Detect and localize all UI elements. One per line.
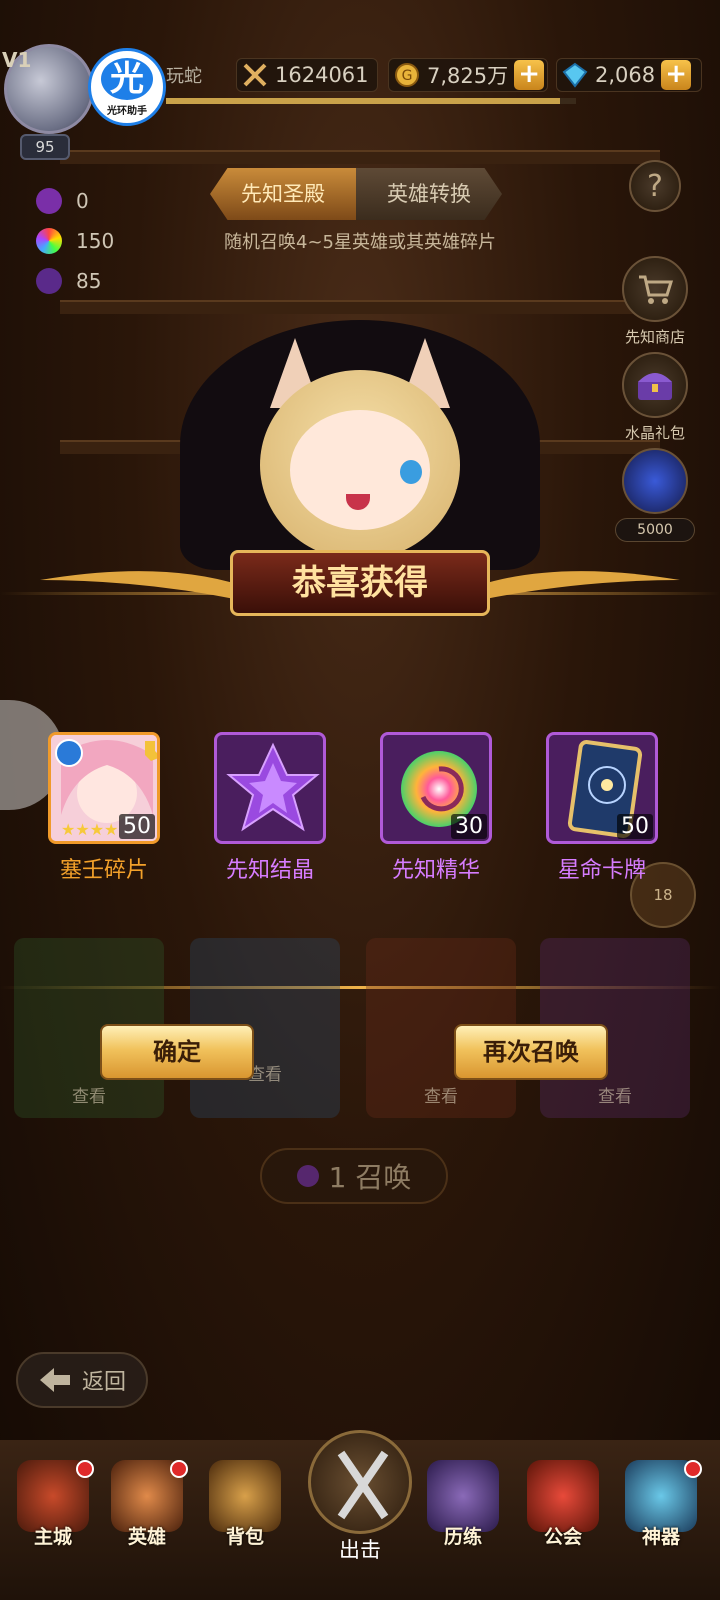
summon-description: 随机召唤4~5星英雄或其英雄碎片 [224,232,496,253]
add-gold-button[interactable]: + [514,60,545,90]
gold-display: G 7,825万 + [388,58,548,92]
prophet-shop-button[interactable]: 先知商店 [610,256,700,347]
tab-prophet-temple[interactable]: 先知圣殿 [210,168,356,220]
reward-icon-prophet-essence: 30 [380,732,492,844]
gold-value: 7,825万 [427,64,509,88]
treasure-chest-icon [622,352,688,418]
svg-text:G: G [402,68,413,84]
reward-icon-siren-fragment: ★★★★ 50 [48,732,160,844]
xp-bar-fill [166,98,560,104]
temple-tabs: 先知圣殿 英雄转换 [210,168,502,220]
crystal-icon [296,1165,319,1187]
diamond-display: 2,068 + [556,58,702,92]
reward-item[interactable]: 50 星命卡牌 [544,732,660,884]
power-display: 1624061 [236,58,378,92]
resource-value: 0 [76,189,89,213]
summon-count-label: 1 召唤 [328,1161,412,1194]
crystal-orb-button[interactable]: 5000 [610,448,700,542]
nav-label: 神器 [641,1526,680,1548]
tab-hero-convert[interactable]: 英雄转换 [356,168,502,220]
help-button[interactable]: ? [610,160,700,216]
view-label: 查看 [424,1087,458,1107]
back-label: 返回 [81,1370,126,1395]
player-name: 玩蛇 [166,66,202,87]
hero-eye [400,460,422,484]
back-button[interactable]: 返回 [16,1352,148,1408]
back-arrow-icon [39,1368,70,1392]
resource-value: 85 [76,269,102,293]
reward-icon-star-card: 50 [546,732,658,844]
reward-label: 先知结晶 [225,858,314,883]
reward-item[interactable]: 30 先知精华 [378,732,494,884]
nav-hero[interactable]: 英雄 [102,1460,192,1549]
banner-right-wing [480,571,680,600]
nav-label: 英雄 [127,1526,166,1548]
banner-left-wing [40,571,240,600]
helper-label: 光环助手 [107,105,147,117]
confirm-button[interactable]: 确定 [100,1024,254,1080]
reward-quantity: 30 [451,814,487,839]
summon-again-button[interactable]: 再次召唤 [454,1024,608,1080]
crystal-icon [36,188,62,214]
power-value: 1624061 [275,63,369,87]
reward-icon-prophet-crystal [214,732,326,844]
diamond-value: 2,068 [595,63,656,87]
reward-quantity: 50 [119,814,155,839]
nav-attack[interactable]: 出击 [304,1430,416,1590]
crystal-gift-button[interactable]: 水晶礼包 [610,352,700,443]
helper-logo: 光 [101,57,153,100]
reward-label: 塞壬碎片 [59,858,148,883]
player-level: 95 [20,134,70,160]
bookshelf [60,150,660,164]
crystal-orb-icon [622,448,688,514]
nav-training[interactable]: 历练 [418,1460,508,1549]
gift-label: 水晶礼包 [624,424,685,442]
view-label: 查看 [598,1087,632,1107]
vip-label: V1 [2,48,32,72]
add-diamond-button[interactable]: + [661,60,692,90]
nav-backpack[interactable]: 背包 [200,1460,290,1549]
helper-app-badge[interactable]: 光 光环助手 [88,48,166,126]
reward-item[interactable]: 先知结晶 [212,732,328,884]
shard-icon [36,268,62,294]
notification-dot [170,1460,188,1478]
svg-text:★★★★: ★★★★ [61,820,118,839]
nav-label: 背包 [225,1526,264,1548]
view-label: 查看 [72,1087,106,1107]
notification-dot [684,1460,702,1478]
nav-label: 主城 [33,1526,72,1548]
reward-label: 先知精华 [391,858,480,883]
shopping-cart-icon [622,256,688,322]
crossed-swords-icon [241,61,269,89]
reward-quantity: 50 [617,814,653,839]
xp-bar [166,98,576,104]
nav-guild[interactable]: 公会 [518,1460,608,1549]
notification-dot [76,1460,94,1478]
reward-item[interactable]: ★★★★ 50 塞壬碎片 [46,732,162,884]
nav-main-city[interactable]: 主城 [8,1460,98,1549]
reward-label: 星命卡牌 [557,858,646,883]
top-bar: V1 95 玩蛇 1624061 G 7,825万 + 2,068 + 光 光环… [0,0,720,160]
hero-portrait [180,310,540,570]
congrats-banner: 恭喜获得 [230,550,490,616]
shop-label: 先知商店 [624,328,685,346]
gold-coin-icon: G [393,61,421,89]
nav-label: 历练 [443,1526,482,1548]
resource-crystal: 0 [36,188,89,214]
summon-once-button[interactable]: 1 召唤 [260,1148,448,1204]
nav-label: 出击 [339,1538,381,1562]
resource-shard: 85 [36,268,101,294]
nav-artifact[interactable]: 神器 [616,1460,706,1549]
crossed-swords-icon [308,1430,412,1534]
diamond-icon [561,61,589,89]
question-icon: ? [629,160,681,212]
nav-label: 公会 [543,1526,582,1548]
orb-cost: 5000 [615,518,695,542]
